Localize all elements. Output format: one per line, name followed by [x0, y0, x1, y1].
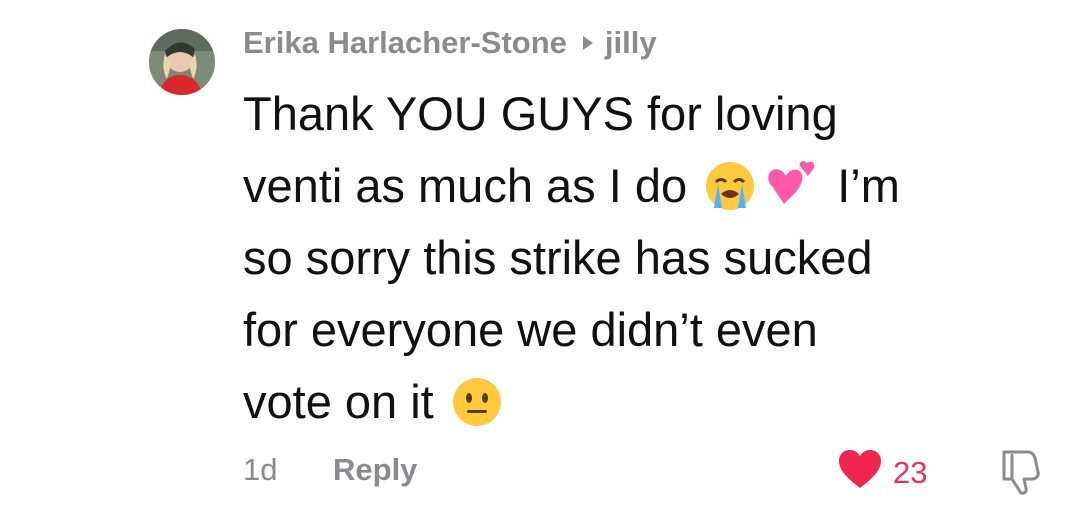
- comment-footer: 1d Reply 23: [243, 448, 1043, 495]
- comment-line: venti as much as I do I’m: [243, 150, 1043, 222]
- comment-header: Erika Harlacher-Stone jilly: [243, 24, 657, 62]
- like-count: 23: [893, 455, 928, 490]
- neutral-face-icon: [451, 376, 503, 448]
- comment: Erika Harlacher-Stone jilly Thank YOU GU…: [0, 0, 1080, 528]
- comment-line: Thank YOU GUYS for loving: [243, 87, 838, 140]
- comment-line: so sorry this strike has sucked: [243, 231, 873, 284]
- reply-to-name[interactable]: jilly: [605, 25, 657, 61]
- author-name[interactable]: Erika Harlacher-Stone: [243, 25, 567, 61]
- comment-body: Thank YOU GUYS for loving venti as much …: [243, 78, 1043, 438]
- comment-line: for everyone we didn’t even: [243, 303, 818, 356]
- like-button[interactable]: 23: [837, 448, 927, 498]
- reply-button[interactable]: Reply: [333, 452, 417, 488]
- comment-text: I’m: [824, 159, 900, 212]
- reply-to-arrow-icon: [581, 34, 595, 52]
- comment-line: vote on it: [243, 366, 1043, 438]
- avatar[interactable]: [149, 29, 215, 95]
- heart-icon: [837, 448, 883, 498]
- dislike-button[interactable]: [998, 448, 1042, 504]
- comment-text: venti as much as I do: [243, 159, 701, 212]
- timestamp: 1d: [243, 452, 278, 487]
- comment-text: vote on it: [243, 375, 447, 428]
- thumbs-down-icon: [998, 450, 1042, 503]
